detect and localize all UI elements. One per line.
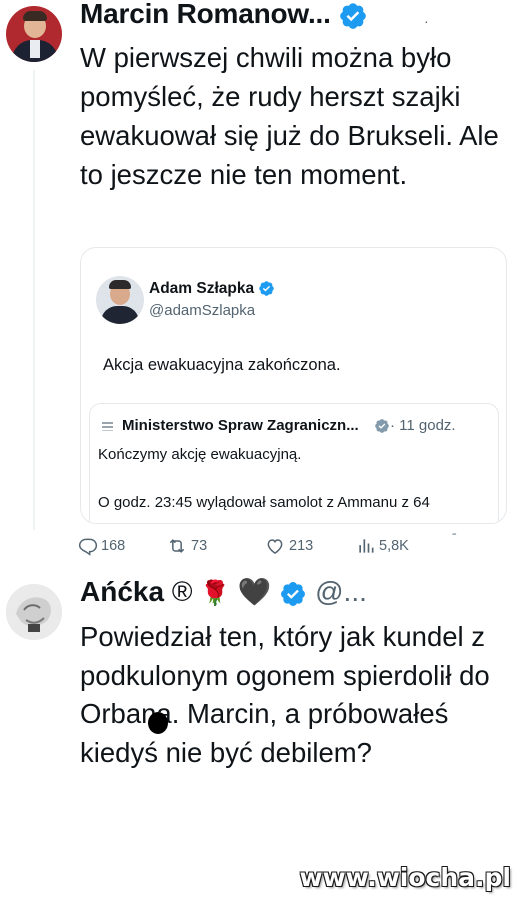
reply-text: Powiedział ten, który jak kundel z podku… (80, 621, 490, 768)
post-author-name[interactable]: Marcin Romanow... (80, 0, 331, 29)
like-count: 213 (289, 538, 314, 554)
verified-badge-icon (259, 281, 275, 297)
views-chart-icon (359, 539, 374, 553)
reply-count: 168 (101, 538, 126, 554)
post-author-header[interactable]: Marcin Romanow... (80, 0, 368, 31)
post-text: W pierwszej chwili można było pomyśleć, … (80, 42, 499, 190)
author-avatar[interactable] (6, 6, 62, 62)
nested-post-line: O godz. 23:45 wylądował samolot z Ammanu… (98, 494, 430, 511)
share-icon: ˉ (452, 530, 457, 546)
nested-quoted-post-card[interactable]: Ministerstwo Spraw Zagraniczn... · 11 go… (89, 403, 499, 523)
heart-icon (267, 539, 283, 554)
share-button[interactable]: ˉ (452, 530, 457, 546)
text-fade-overlay (90, 512, 498, 523)
repost-button[interactable]: 73 (166, 536, 207, 556)
registered-mark: ® (171, 576, 193, 607)
nested-post-time[interactable]: · 11 godz. (390, 417, 456, 434)
like-button[interactable]: 213 (264, 536, 313, 556)
post-action-bar: 168 73 213 5,8K ˉ (78, 530, 508, 560)
thread-connector-line (33, 70, 35, 530)
reply-author-name[interactable]: Ańćka (80, 576, 164, 607)
nested-author-name[interactable]: Ministerstwo Spraw Zagraniczn... (122, 417, 359, 434)
quoted-author-header[interactable]: Adam Szłapka (149, 280, 275, 298)
reply-author-handle[interactable]: @... (315, 576, 367, 607)
nested-post-line: Kończymy akcję ewakuacyjną. (98, 446, 302, 463)
verified-badge-icon (281, 581, 306, 606)
reply-icon (78, 538, 98, 556)
reply-author-avatar[interactable] (6, 584, 62, 640)
censor-blot (148, 712, 168, 734)
verified-badge-icon (375, 419, 389, 433)
site-watermark: www.wiocha.pl (299, 863, 511, 892)
views-count: 5,8K (379, 538, 409, 554)
more-dot: · (424, 13, 429, 29)
rose-icon: 🌹 (200, 580, 231, 607)
quoted-author-handle[interactable]: @adamSzlapka (149, 302, 255, 319)
ministry-logo-icon (102, 422, 113, 431)
reply-button[interactable]: 168 (78, 536, 125, 556)
quoted-author-avatar[interactable] (96, 276, 144, 324)
avatar-illustration-icon (6, 584, 62, 640)
repost-icon (169, 539, 185, 553)
quoted-post-card[interactable]: Adam Szłapka @adamSzlapka Akcja ewakuacy… (80, 247, 507, 524)
black-heart-icon: 🖤 (237, 577, 272, 607)
repost-count: 73 (191, 538, 208, 554)
quoted-author-name[interactable]: Adam Szłapka (149, 280, 254, 297)
verified-badge-icon (340, 2, 367, 29)
quoted-post-text: Akcja ewakuacyjna zakończona. (103, 356, 341, 374)
reply-author-header[interactable]: Ańćka ® 🌹 🖤 @... (80, 576, 367, 608)
views-button[interactable]: 5,8K (356, 536, 409, 556)
